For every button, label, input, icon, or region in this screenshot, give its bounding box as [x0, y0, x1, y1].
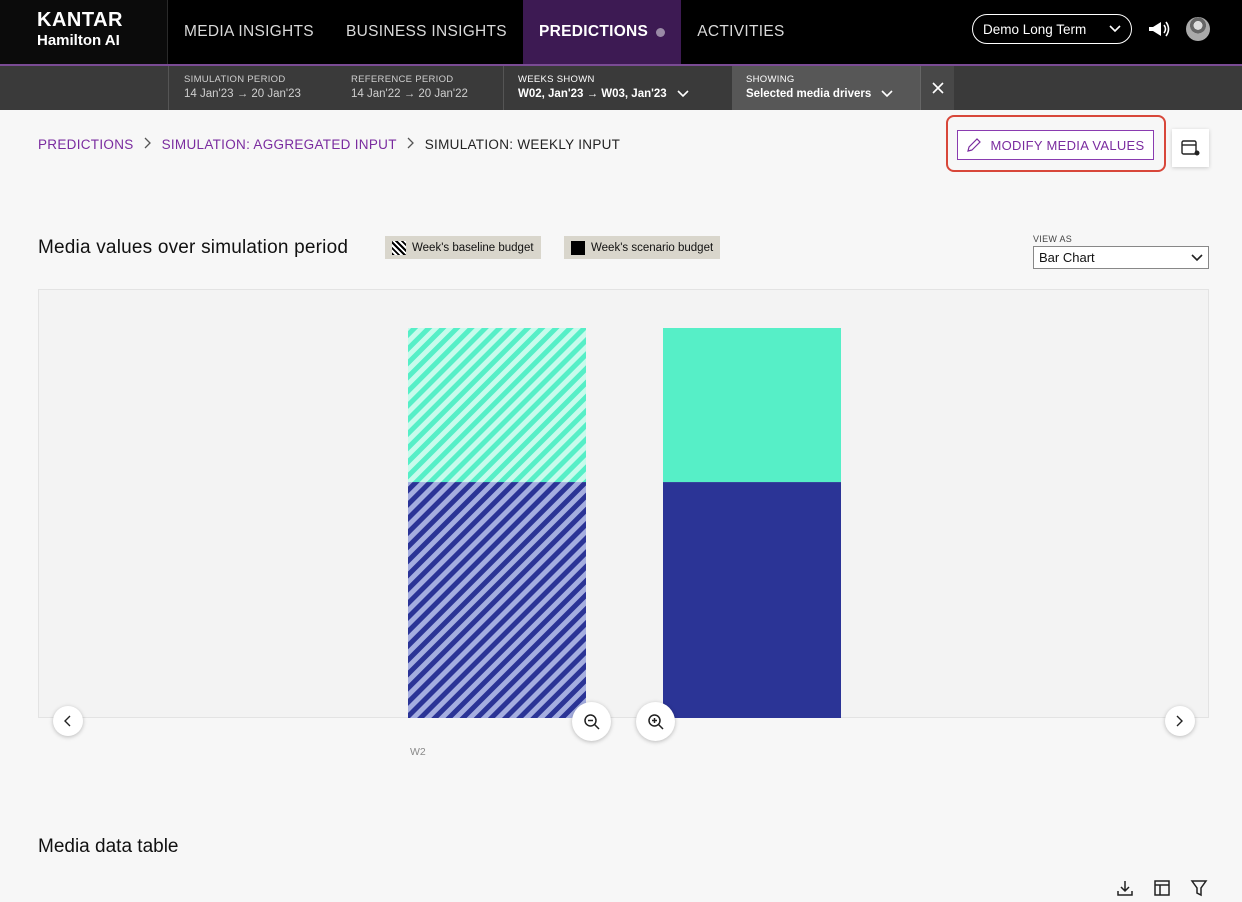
columns-button[interactable]	[1151, 877, 1172, 898]
filter-icon	[1190, 879, 1207, 896]
simulation-period: SIMULATION PERIOD 14 Jan'23 → 20 Jan'23	[184, 66, 301, 110]
brand-line2: Hamilton AI	[37, 32, 120, 49]
zoom-in-icon	[647, 713, 664, 730]
avatar[interactable]	[1186, 17, 1210, 41]
project-selector[interactable]: Demo Long Term	[972, 14, 1132, 44]
chevron-down-icon	[677, 90, 689, 98]
reference-period: REFERENCE PERIOD 14 Jan'22 → 20 Jan'22	[351, 66, 468, 110]
legend-baseline[interactable]: Week's baseline budget	[385, 236, 541, 259]
breadcrumb-aggregated-input[interactable]: SIMULATION: AGGREGATED INPUT	[162, 137, 397, 152]
scroll-left-button[interactable]	[53, 706, 83, 736]
bar-scenario-segment-1[interactable]	[663, 328, 841, 483]
nav-predictions-label: PREDICTIONS	[538, 23, 649, 40]
chevron-down-icon	[1109, 25, 1121, 33]
close-filter-button[interactable]	[920, 66, 954, 110]
legend-baseline-label: Week's baseline budget	[412, 241, 534, 254]
megaphone-icon[interactable]	[1146, 16, 1172, 42]
breadcrumb-current: SIMULATION: WEEKLY INPUT	[424, 137, 621, 152]
chevron-left-icon	[64, 715, 71, 727]
table-settings-icon	[1180, 140, 1199, 156]
download-icon	[1116, 880, 1133, 896]
showing-value: Selected media drivers	[746, 88, 872, 100]
breadcrumb: PREDICTIONS SIMULATION: AGGREGATED INPUT…	[38, 137, 620, 152]
scroll-right-button[interactable]	[1165, 706, 1195, 736]
download-button[interactable]	[1114, 877, 1135, 898]
zoom-out-button[interactable]	[572, 702, 611, 741]
chevron-right-icon	[1176, 715, 1183, 727]
bar-baseline-segment-1[interactable]	[408, 328, 586, 483]
legend-scenario[interactable]: Week's scenario budget	[564, 236, 721, 259]
showing-selector[interactable]: SHOWING Selected media drivers	[732, 66, 920, 110]
nav-media-insights[interactable]: MEDIA INSIGHTS	[168, 0, 330, 64]
legend-scenario-label: Week's scenario budget	[591, 241, 714, 254]
table-settings-button[interactable]	[1172, 129, 1209, 167]
view-as-label: VIEW AS	[1033, 234, 1073, 244]
nav-activities[interactable]: ACTIVITIES	[681, 0, 800, 64]
brand-line1: KANTAR	[37, 9, 123, 31]
weeks-shown-selector[interactable]: WEEKS SHOWN W02, Jan'23 → W03, Jan'23	[518, 66, 718, 110]
modify-media-values-button[interactable]: MODIFY MEDIA VALUES	[957, 130, 1154, 160]
chart-section-title: Media values over simulation period	[38, 237, 349, 258]
chevron-right-icon	[407, 137, 415, 152]
filter-bar: SIMULATION PERIOD 14 Jan'23 → 20 Jan'23 …	[0, 64, 1242, 110]
chart-area	[38, 289, 1209, 718]
zoom-out-icon	[583, 713, 600, 730]
bar-scenario-segment-0[interactable]	[663, 482, 841, 718]
bar-baseline-segment-0[interactable]	[408, 482, 586, 718]
brand-logo[interactable]: KANTAR Hamilton AI	[0, 0, 168, 64]
table-toolbar	[1114, 877, 1209, 898]
filter-button[interactable]	[1188, 877, 1209, 898]
chevron-down-icon	[1191, 253, 1203, 261]
project-name: Demo Long Term	[983, 21, 1087, 37]
breadcrumb-predictions[interactable]: PREDICTIONS	[38, 137, 134, 152]
nav-predictions[interactable]: PREDICTIONS	[522, 0, 682, 64]
divider	[503, 66, 504, 110]
top-nav: KANTAR Hamilton AI MEDIA INSIGHTS BUSINE…	[0, 0, 1242, 64]
chevron-right-icon	[144, 137, 152, 152]
status-dot-icon	[656, 27, 666, 37]
divider	[168, 66, 169, 110]
zoom-in-button[interactable]	[636, 702, 675, 741]
weeks-shown-label: WEEKS SHOWN	[518, 74, 595, 85]
solid-swatch-icon	[571, 240, 585, 255]
view-as-value: Bar Chart	[1039, 250, 1095, 265]
table-section-title: Media data table	[38, 836, 179, 857]
simulation-period-value: 14 Jan'23 → 20 Jan'23	[184, 88, 301, 100]
showing-label: SHOWING	[746, 74, 795, 85]
chevron-down-icon	[881, 90, 893, 98]
weeks-shown-value: W02, Jan'23 → W03, Jan'23	[518, 88, 667, 100]
reference-period-value: 14 Jan'22 → 20 Jan'22	[351, 88, 468, 100]
simulation-period-label: SIMULATION PERIOD	[184, 74, 286, 85]
close-icon	[931, 82, 944, 94]
x-tick-label: W2	[410, 746, 426, 758]
reference-period-label: REFERENCE PERIOD	[351, 74, 454, 85]
pencil-icon	[967, 138, 982, 152]
nav-business-insights[interactable]: BUSINESS INSIGHTS	[330, 0, 523, 64]
hatch-swatch-icon	[392, 240, 406, 255]
view-as-select[interactable]: Bar Chart	[1033, 246, 1209, 269]
modify-media-values-label: MODIFY MEDIA VALUES	[990, 137, 1145, 153]
columns-icon	[1153, 879, 1170, 896]
bar-chart	[408, 328, 841, 718]
